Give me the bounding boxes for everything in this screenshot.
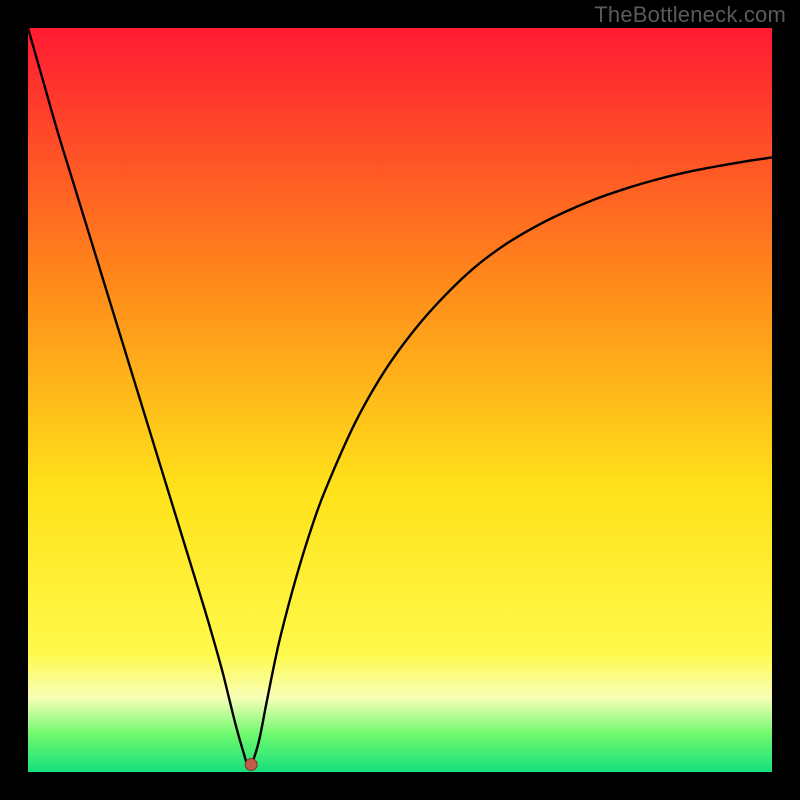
watermark-text: TheBottleneck.com bbox=[594, 2, 786, 28]
optimum-marker bbox=[245, 759, 257, 771]
chart-frame: TheBottleneck.com bbox=[0, 0, 800, 800]
plot-area bbox=[28, 28, 772, 772]
bottleneck-chart bbox=[28, 28, 772, 772]
